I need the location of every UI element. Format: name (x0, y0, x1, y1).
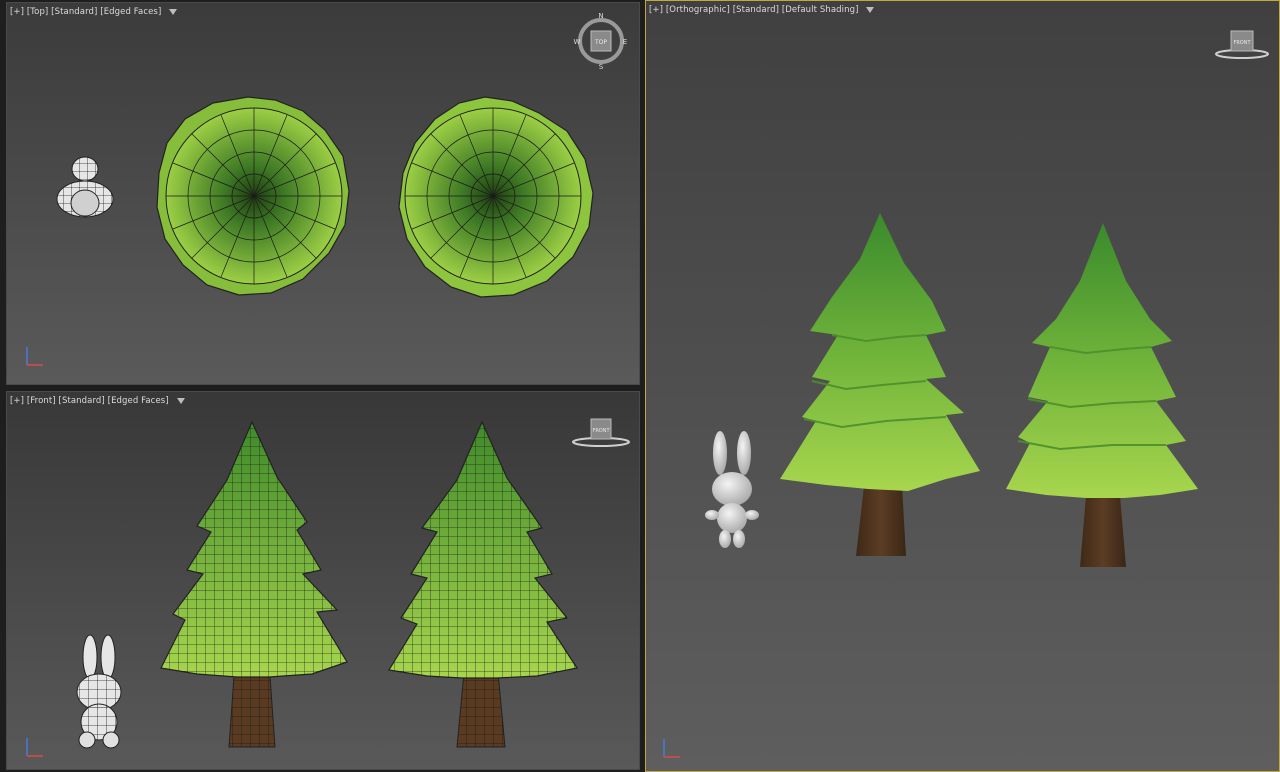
viewcube-compass[interactable]: TOP N S E W (574, 12, 628, 71)
orthographic-scene: FRONT (663, 30, 1269, 758)
tree-1-mesh-top[interactable] (156, 96, 350, 296)
character-mesh-top[interactable] (56, 156, 114, 218)
axis-tripod-icon (663, 739, 680, 758)
compass-west: W (574, 38, 581, 46)
orthographic-viewport[interactable]: [+] [Orthographic] [Standard] [Default S… (645, 0, 1280, 772)
top-scene: TOP N S E W (26, 12, 628, 366)
viewcube-perspective[interactable]: FRONT (1215, 30, 1269, 59)
top-viewport[interactable]: [+] [Top] [Standard] [Edged Faces] TOP N… (6, 2, 640, 385)
tree-2-mesh-front[interactable] (388, 420, 578, 748)
bunny-character[interactable] (705, 431, 759, 548)
viewcube-front-face[interactable]: FRONT (1233, 40, 1251, 46)
viewcube-front-face[interactable]: FRONT (592, 428, 610, 434)
character-mesh-front[interactable] (76, 634, 122, 749)
tree-2-shaded[interactable] (1006, 223, 1198, 567)
tree-1-mesh-front[interactable] (160, 420, 348, 748)
viewcube-front[interactable]: FRONT (572, 418, 630, 447)
front-scene: FRONT (26, 418, 630, 757)
axis-tripod-icon (26, 347, 43, 366)
compass-north: N (598, 12, 603, 20)
compass-south: S (599, 63, 604, 71)
front-viewport[interactable]: [+] [Front] [Standard] [Edged Faces] FRO… (6, 391, 640, 770)
axis-tripod-icon (26, 738, 43, 757)
tree-2-mesh-top[interactable] (398, 96, 594, 298)
tree-1-shaded[interactable] (780, 213, 980, 556)
viewcube-top-face[interactable]: TOP (594, 39, 607, 46)
compass-east: E (623, 38, 627, 46)
